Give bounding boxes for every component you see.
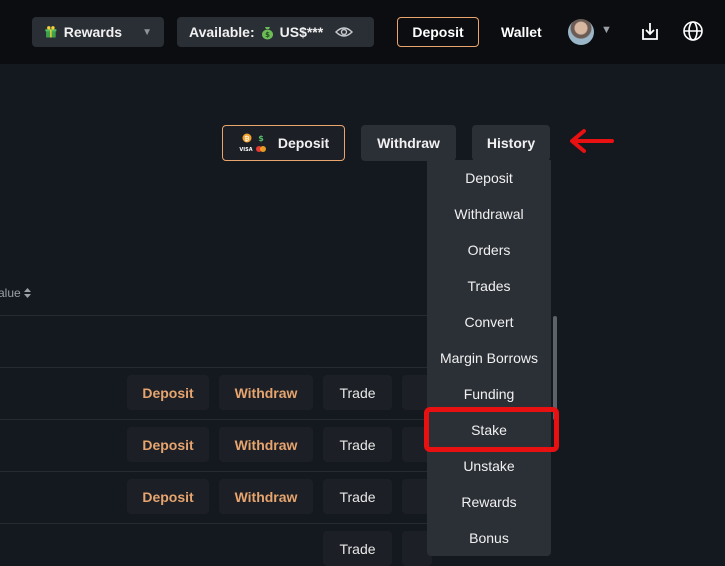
history-menu-item-orders[interactable]: Orders (427, 232, 551, 268)
available-value: US$*** (279, 24, 324, 40)
row-trade-button[interactable]: Trade (323, 375, 392, 410)
row-deposit-button[interactable]: Deposit (127, 375, 209, 410)
top-deposit-button[interactable]: Deposit (397, 17, 479, 47)
avatar[interactable] (568, 19, 594, 45)
table-divider (0, 367, 450, 368)
row-trade-button[interactable]: Trade (323, 427, 392, 462)
history-menu-item-trades[interactable]: Trades (427, 268, 551, 304)
row-deposit-button[interactable]: Deposit (127, 427, 209, 462)
history-menu-item-rewards[interactable]: Rewards (427, 484, 551, 520)
history-menu-item-funding[interactable]: Funding (427, 376, 551, 412)
svg-text:$: $ (258, 134, 264, 143)
rewards-dropdown[interactable]: Rewards ▼ (32, 17, 164, 47)
chevron-down-icon: ▼ (142, 26, 152, 38)
table-divider (0, 523, 450, 524)
globe-icon[interactable] (682, 20, 704, 42)
crypto-card-icon: ₿ $ VISA (239, 133, 266, 153)
history-dropdown-menu: Deposit Withdrawal Orders Trades Convert… (427, 160, 551, 556)
available-balance: Available: $ US$*** (177, 17, 374, 47)
available-label: Available: (189, 24, 255, 40)
row-trade-button[interactable]: Trade (323, 531, 392, 566)
table-divider (0, 315, 450, 316)
rewards-label: Rewards (63, 24, 123, 40)
table-divider (0, 471, 450, 472)
dropdown-scrollbar[interactable] (553, 316, 557, 420)
history-menu-item-withdrawal[interactable]: Withdrawal (427, 196, 551, 232)
row-deposit-button[interactable]: Deposit (127, 479, 209, 514)
history-menu-item-margin-borrows[interactable]: Margin Borrows (427, 340, 551, 376)
history-menu-item-unstake[interactable]: Unstake (427, 448, 551, 484)
arrow-left-icon (570, 129, 614, 153)
svg-text:VISA: VISA (239, 147, 252, 153)
deposit-button[interactable]: ₿ $ VISA Deposit (222, 125, 345, 161)
table-divider (0, 419, 450, 420)
history-menu-item-bonus[interactable]: Bonus (427, 520, 551, 556)
money-bag-icon: $ (261, 27, 273, 40)
value-column-label: alue (0, 286, 21, 300)
row-trade-button[interactable]: Trade (323, 479, 392, 514)
wallet-link[interactable]: Wallet (501, 24, 542, 40)
deposit-label: Deposit (277, 135, 330, 151)
row-withdraw-button[interactable]: Withdraw (219, 375, 313, 410)
svg-text:$: $ (265, 31, 270, 39)
download-icon[interactable] (639, 20, 661, 42)
svg-text:₿: ₿ (244, 136, 249, 143)
row-withdraw-button[interactable]: Withdraw (219, 479, 313, 514)
history-button[interactable]: History (472, 125, 550, 161)
chevron-down-icon[interactable]: ▼ (601, 24, 612, 36)
history-menu-item-convert[interactable]: Convert (427, 304, 551, 340)
history-menu-item-deposit[interactable]: Deposit (427, 160, 551, 196)
gift-icon (45, 26, 57, 38)
value-column-header[interactable]: alue (0, 286, 31, 300)
sort-icon (23, 288, 31, 298)
row-withdraw-button[interactable]: Withdraw (219, 427, 313, 462)
history-menu-item-stake[interactable]: Stake (427, 412, 551, 448)
top-navigation-bar: Rewards ▼ Available: $ US$*** Deposit Wa… (0, 0, 725, 64)
eye-icon[interactable] (335, 26, 354, 38)
withdraw-button[interactable]: Withdraw (361, 125, 456, 161)
